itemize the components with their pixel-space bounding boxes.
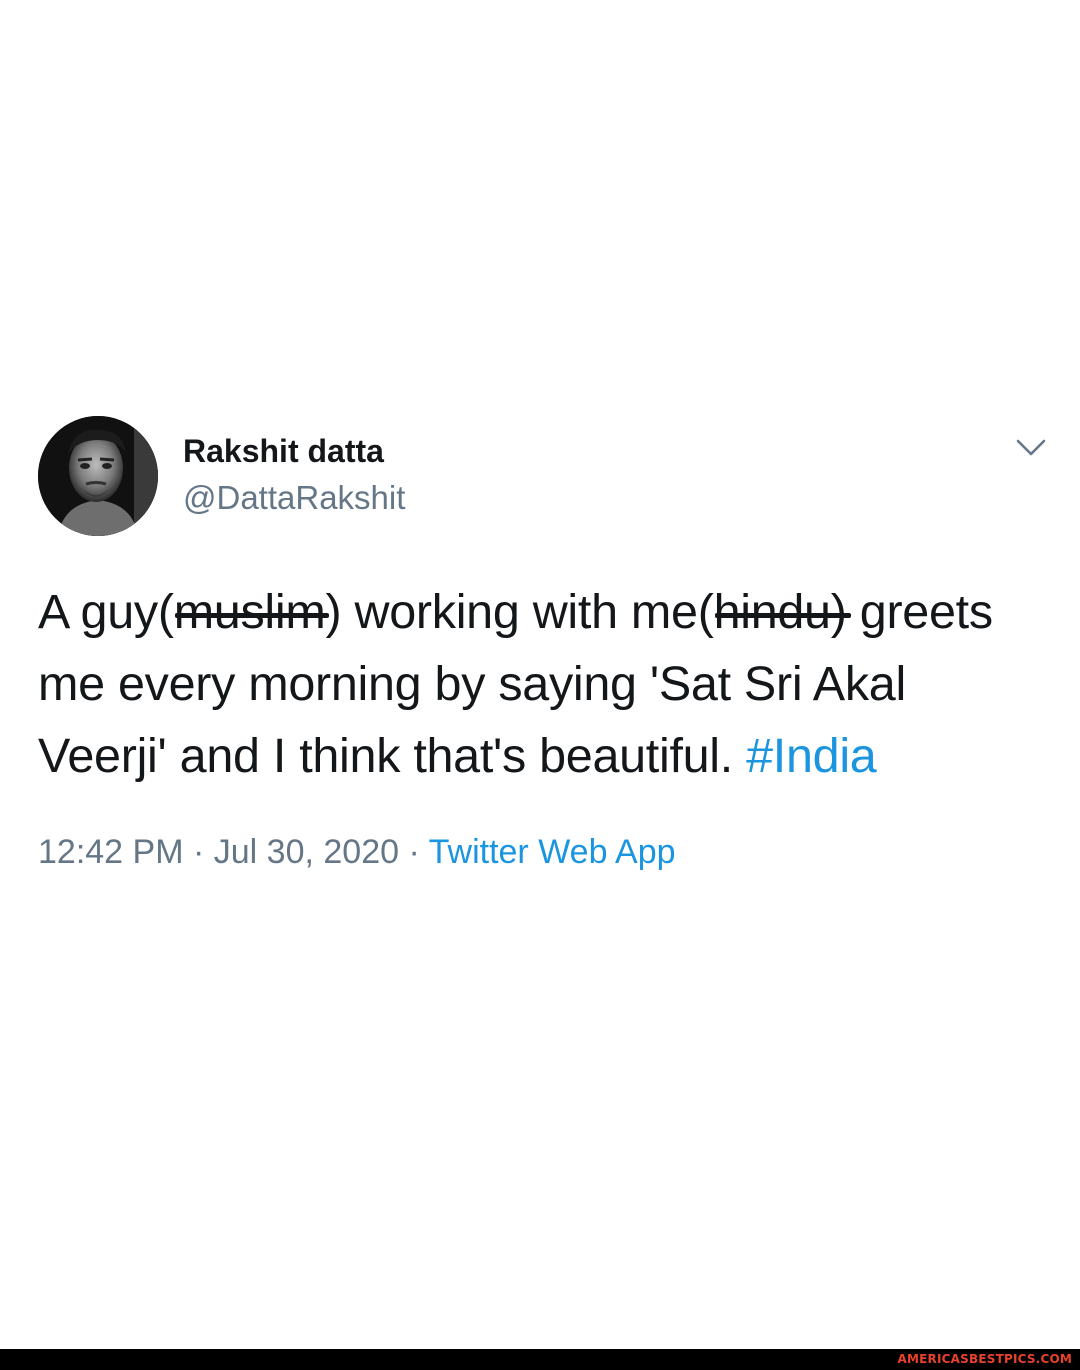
tweet-card: Rakshit datta @DattaRakshit A guy(muslim… <box>38 416 1048 874</box>
tweet-text-part2: ) working with me( <box>325 585 714 639</box>
struck-word-2: hindu) <box>714 576 851 648</box>
tweet-text-part1: A guy( <box>38 585 174 639</box>
meta-separator: · <box>183 833 214 871</box>
profile-photo-icon <box>38 416 158 536</box>
user-handle[interactable]: @DattaRakshit <box>183 476 405 520</box>
watermark-bar: AMERICASBESTPICS.COM <box>0 1349 1080 1370</box>
tweet-time[interactable]: 12:42 PM <box>38 833 184 871</box>
chevron-down-icon[interactable] <box>1014 436 1048 460</box>
tweet-text: A guy(muslim) working with me(hindu) gre… <box>38 576 1038 792</box>
tweet-header: Rakshit datta @DattaRakshit <box>38 416 1048 538</box>
meta-separator: · <box>399 833 429 871</box>
display-name[interactable]: Rakshit datta <box>183 430 405 472</box>
hashtag-link[interactable]: #India <box>746 729 877 783</box>
watermark-text[interactable]: AMERICASBESTPICS.COM <box>898 1352 1072 1366</box>
tweet-date[interactable]: Jul 30, 2020 <box>214 833 399 871</box>
user-names: Rakshit datta @DattaRakshit <box>183 430 405 520</box>
tweet-meta: 12:42 PM · Jul 30, 2020 · Twitter Web Ap… <box>38 830 1048 874</box>
tweet-source-link[interactable]: Twitter Web App <box>429 833 676 871</box>
avatar[interactable] <box>38 416 158 536</box>
struck-word-1: muslim <box>174 576 330 648</box>
